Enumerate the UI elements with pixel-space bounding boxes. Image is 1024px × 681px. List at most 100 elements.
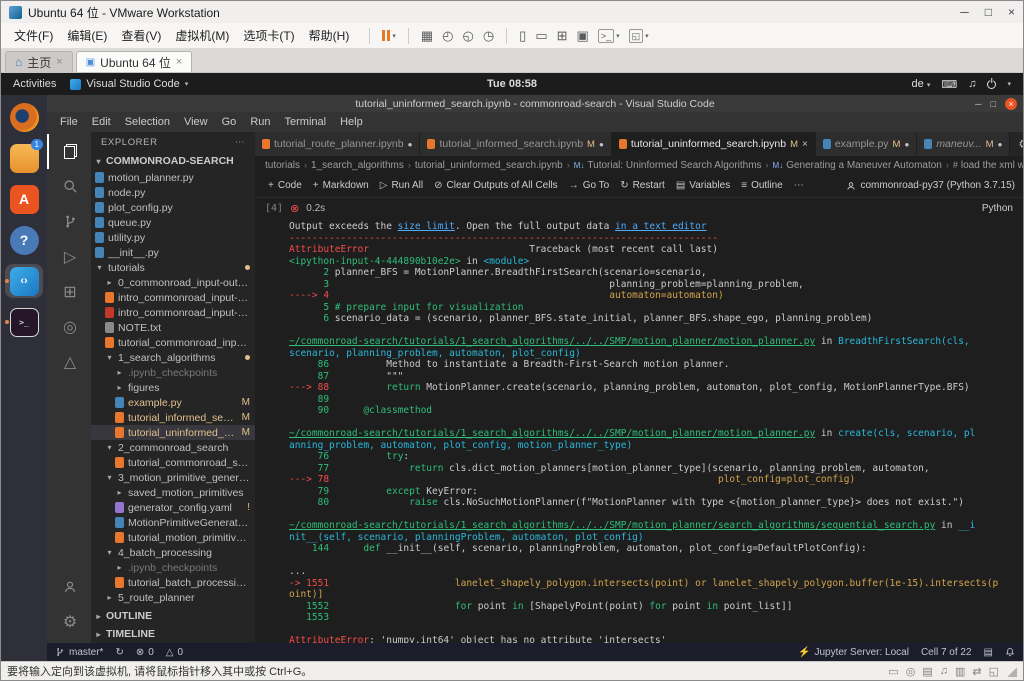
network-icon[interactable]: ⇄ bbox=[972, 665, 981, 678]
menu-help[interactable]: Help bbox=[333, 114, 370, 130]
keyboard-layout-button[interactable]: de ▾ bbox=[912, 78, 931, 90]
editor-tab[interactable]: example.pyM● bbox=[816, 132, 917, 156]
snapshot-manager-button[interactable]: ◷ bbox=[483, 29, 494, 42]
close-tab-icon[interactable]: × bbox=[802, 139, 808, 150]
close-icon[interactable]: × bbox=[1008, 5, 1015, 19]
breadcrumb-item[interactable]: tutorials bbox=[265, 160, 300, 171]
breadcrumb-item[interactable]: tutorial_uninformed_search.ipynb bbox=[415, 160, 563, 171]
account-icon[interactable] bbox=[47, 569, 91, 604]
more-actions-icon[interactable]: ⋯ bbox=[235, 137, 245, 148]
cell-position-indicator[interactable]: Cell 7 of 22 bbox=[921, 647, 972, 658]
outline-button[interactable]: ≡Outline bbox=[736, 178, 788, 193]
vmware-menu-item[interactable]: 帮助(H) bbox=[302, 24, 357, 47]
vmware-tab-home[interactable]: ⌂主页× bbox=[5, 51, 73, 72]
vmware-menu-item[interactable]: 编辑(E) bbox=[60, 24, 114, 47]
tree-folder[interactable]: ▸.ipynb_checkpoints bbox=[91, 560, 255, 575]
editor-layout-button[interactable]: ▤ bbox=[984, 647, 993, 658]
tree-file[interactable]: tutorial_motion_primitive_gener... bbox=[91, 530, 255, 545]
close-tab-icon[interactable]: × bbox=[56, 56, 62, 68]
jupyter-icon[interactable]: ◎ bbox=[47, 309, 91, 344]
dock-files-icon[interactable]: 1 bbox=[5, 141, 43, 175]
menu-run[interactable]: Run bbox=[243, 114, 277, 130]
printer-icon[interactable]: ▤ bbox=[922, 665, 932, 678]
configure-layout-icon[interactable]: ⚙ bbox=[1018, 137, 1023, 151]
editor-tab[interactable]: tutorial_route_planner.ipynb● bbox=[255, 132, 420, 156]
tree-folder[interactable]: ▸5_route_planner bbox=[91, 590, 255, 605]
tree-file[interactable]: tutorial_commonroad_search.ip... bbox=[91, 455, 255, 470]
tree-file[interactable]: tutorial_uninformed_searc...M bbox=[91, 425, 255, 440]
breadcrumb-item[interactable]: 1_search_algorithms bbox=[311, 160, 404, 171]
input-method-icon[interactable]: ⌨ bbox=[941, 78, 957, 91]
tree-file[interactable]: plot_config.py bbox=[91, 200, 255, 215]
settings-icon[interactable]: ⚙ bbox=[47, 604, 91, 639]
timeline-section-header[interactable]: ▸TIMELINE bbox=[91, 625, 255, 643]
show-library-button[interactable]: ▯ bbox=[519, 29, 526, 42]
tree-file[interactable]: example.pyM bbox=[91, 395, 255, 410]
variables-button[interactable]: ▤Variables bbox=[671, 178, 735, 193]
revert-snapshot-button[interactable]: ◵ bbox=[462, 29, 473, 42]
warnings-indicator[interactable]: △0 bbox=[166, 647, 183, 658]
run-all-button[interactable]: ▷Run All bbox=[375, 178, 428, 193]
usb-icon[interactable]: ▥ bbox=[955, 665, 965, 678]
menu-edit[interactable]: Edit bbox=[85, 114, 118, 130]
minimize-icon[interactable]: ─ bbox=[960, 5, 969, 19]
tree-folder[interactable]: ▾1_search_algorithms bbox=[91, 350, 255, 365]
editor-tab[interactable]: tutorial_informed_search.ipynbM● bbox=[420, 132, 611, 156]
tree-file[interactable]: tutorial_informed_search.i...M bbox=[91, 410, 255, 425]
dock-help-icon[interactable]: ? bbox=[5, 223, 43, 257]
close-tab-icon[interactable]: × bbox=[176, 56, 182, 68]
clock[interactable]: Tue 08:58 bbox=[487, 78, 537, 90]
menu-selection[interactable]: Selection bbox=[118, 114, 177, 130]
activities-button[interactable]: Activities bbox=[13, 78, 56, 90]
tree-file[interactable]: intro_commonroad_input-outpu... bbox=[91, 305, 255, 320]
vmware-tab-ubuntu[interactable]: ▣Ubuntu 64 位× bbox=[76, 51, 193, 72]
restart-button[interactable]: ↻Restart bbox=[615, 178, 670, 193]
testing-icon[interactable]: △ bbox=[47, 344, 91, 379]
notifications-button[interactable] bbox=[1005, 647, 1015, 657]
outline-section-header[interactable]: ▸OUTLINE bbox=[91, 607, 255, 625]
go-to-button[interactable]: →Go To bbox=[564, 178, 615, 193]
breadcrumb-item[interactable]: M↓Generating a Maneuver Automaton bbox=[773, 160, 942, 171]
tree-file[interactable]: utility.py bbox=[91, 230, 255, 245]
tree-file[interactable]: generator_config.yaml! bbox=[91, 500, 255, 515]
power-icon[interactable] bbox=[987, 80, 996, 89]
tree-folder[interactable]: ▾4_batch_processing bbox=[91, 545, 255, 560]
vmware-menu-item[interactable]: 虚拟机(M) bbox=[168, 24, 236, 47]
vmware-menu-item[interactable]: 查看(V) bbox=[114, 24, 168, 47]
tree-file[interactable]: node.py bbox=[91, 185, 255, 200]
menu-view[interactable]: View bbox=[177, 114, 215, 130]
fullscreen-button[interactable]: ⊞ bbox=[557, 29, 568, 42]
chevron-down-icon[interactable]: ▾ bbox=[1007, 80, 1011, 88]
workspace-section-header[interactable]: ▾COMMONROAD-SEARCH bbox=[91, 152, 255, 170]
dock-firefox-icon[interactable] bbox=[5, 100, 43, 134]
extensions-icon[interactable]: ⊞ bbox=[47, 274, 91, 309]
tree-file[interactable]: __init__.py bbox=[91, 245, 255, 260]
markdown-button[interactable]: +Markdown bbox=[308, 178, 374, 193]
tree-file[interactable]: NOTE.txt bbox=[91, 320, 255, 335]
menu-terminal[interactable]: Terminal bbox=[278, 114, 334, 130]
tree-folder[interactable]: ▾2_commonroad_search bbox=[91, 440, 255, 455]
volume-icon[interactable]: ♫ bbox=[968, 78, 976, 90]
code-button[interactable]: +Code bbox=[263, 178, 307, 193]
tree-folder[interactable]: ▸0_commonroad_input-output bbox=[91, 275, 255, 290]
minimize-icon[interactable]: ─ bbox=[975, 99, 981, 109]
clear-outputs-of-all-cells-button[interactable]: ⊘Clear Outputs of All Cells bbox=[429, 178, 563, 193]
show-thumbnails-button[interactable]: ▭ bbox=[535, 29, 547, 42]
dock-terminal-icon[interactable]: >_ bbox=[5, 305, 43, 339]
search-icon[interactable] bbox=[47, 169, 91, 204]
tree-folder[interactable]: ▸.ipynb_checkpoints bbox=[91, 365, 255, 380]
vmware-menu-item[interactable]: 文件(F) bbox=[7, 24, 60, 47]
sound-icon[interactable]: ♫ bbox=[940, 665, 948, 677]
dock-show-apps-icon[interactable] bbox=[5, 624, 43, 658]
tree-folder[interactable]: ▸figures bbox=[91, 380, 255, 395]
hard-disk-icon[interactable]: ▭ bbox=[888, 665, 898, 678]
unity-mode-button[interactable]: ▣ bbox=[577, 29, 589, 42]
dock-software-icon[interactable]: A bbox=[5, 182, 43, 216]
dock-vscode-icon[interactable]: ‹› bbox=[5, 264, 43, 298]
cell-language-picker[interactable]: Python bbox=[982, 203, 1013, 214]
kernel-picker[interactable]: commonroad-py37 (Python 3.7.15) bbox=[846, 180, 1015, 191]
console-view-button[interactable]: >_▾ bbox=[598, 29, 620, 43]
maximize-icon[interactable]: □ bbox=[991, 99, 996, 109]
tree-file[interactable]: intro_commonroad_input-outpu... bbox=[91, 290, 255, 305]
tree-folder[interactable]: ▾3_motion_primitive_generator bbox=[91, 470, 255, 485]
